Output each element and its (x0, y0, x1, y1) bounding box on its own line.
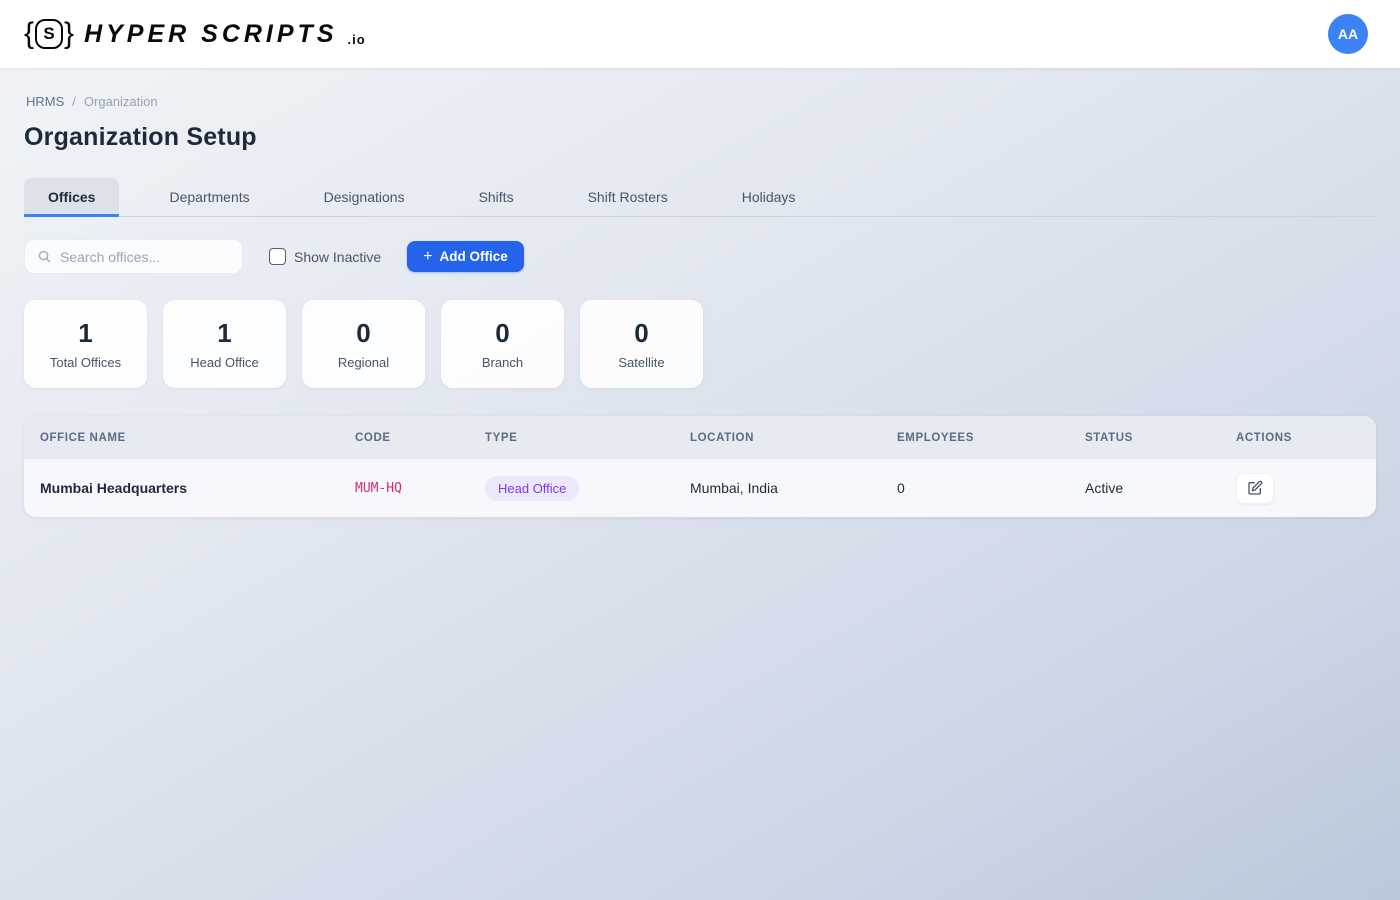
tab-holidays[interactable]: Holidays (718, 178, 820, 216)
stat-card-regional: 0 Regional (302, 300, 425, 388)
logo-domain-suffix: .io (347, 32, 366, 47)
main-content: HRMS / Organization Organization Setup O… (0, 68, 1400, 541)
office-status-cell: Active (1085, 480, 1124, 496)
tab-departments[interactable]: Departments (145, 178, 273, 216)
stat-card-head-office: 1 Head Office (163, 300, 286, 388)
table-header-row: OFFICE NAME CODE TYPE LOCATION EMPLOYEES… (24, 416, 1376, 459)
column-header-status: STATUS (1085, 431, 1133, 444)
stat-label: Total Offices (49, 355, 122, 370)
add-office-button[interactable]: + Add Office (407, 241, 524, 272)
top-bar: { S } HYPER SCRIPTS .io AA (0, 0, 1400, 68)
show-inactive-checkbox[interactable] (269, 248, 286, 265)
edit-icon (1248, 480, 1263, 495)
show-inactive-toggle[interactable]: Show Inactive (269, 248, 381, 265)
search-icon (38, 250, 51, 263)
offices-table: OFFICE NAME CODE TYPE LOCATION EMPLOYEES… (24, 416, 1376, 517)
stat-label: Regional (337, 355, 390, 370)
tab-shift-rosters[interactable]: Shift Rosters (564, 178, 692, 216)
stat-card-satellite: 0 Satellite (580, 300, 703, 388)
office-name-cell: Mumbai Headquarters (40, 480, 188, 496)
user-avatar[interactable]: AA (1328, 14, 1368, 54)
breadcrumb-separator: / (72, 94, 76, 109)
office-employees-cell: 0 (897, 480, 905, 496)
stat-card-total-offices: 1 Total Offices (24, 300, 147, 388)
stat-value: 0 (356, 318, 371, 348)
office-type-cell: Head Office (469, 475, 674, 501)
plus-icon: + (423, 247, 433, 265)
logo-wordmark: HYPER SCRIPTS (84, 19, 338, 48)
logo-brace-right: } (64, 17, 75, 50)
tab-bar: Offices Departments Designations Shifts … (24, 178, 1376, 217)
app-logo[interactable]: { S } HYPER SCRIPTS .io (24, 19, 366, 49)
stat-label: Head Office (190, 355, 259, 370)
office-location-cell: Mumbai, India (690, 480, 778, 496)
table-row[interactable]: Mumbai Headquarters MUM-HQ Head Office M… (24, 459, 1376, 517)
breadcrumb-current: Organization (83, 94, 158, 109)
office-actions-cell (1220, 472, 1376, 504)
stat-card-branch: 0 Branch (441, 300, 564, 388)
logo-mark-icon: { S } (24, 19, 74, 49)
page-title: Organization Setup (24, 123, 257, 151)
edit-office-button[interactable] (1236, 472, 1274, 504)
stat-label: Satellite (618, 355, 665, 370)
search-input[interactable] (60, 248, 230, 265)
stat-value: 0 (634, 318, 649, 348)
stat-value: 0 (495, 318, 510, 348)
column-header-type: TYPE (485, 431, 518, 444)
column-header-actions: ACTIONS (1236, 431, 1292, 444)
breadcrumb-root-link[interactable]: HRMS (26, 94, 64, 109)
stat-value: 1 (217, 318, 232, 348)
tab-shifts[interactable]: Shifts (455, 178, 538, 216)
column-header-office-name: OFFICE NAME (40, 431, 126, 444)
search-box (24, 239, 243, 274)
offices-toolbar: Show Inactive + Add Office (24, 239, 1376, 274)
column-header-location: LOCATION (690, 431, 754, 444)
column-header-employees: EMPLOYEES (897, 431, 974, 444)
logo-brace-left: { (24, 17, 35, 50)
stat-label: Branch (481, 355, 524, 370)
office-type-badge: Head Office (485, 475, 580, 501)
show-inactive-label: Show Inactive (294, 248, 382, 265)
office-code-cell: MUM-HQ (355, 480, 402, 496)
office-stats: 1 Total Offices 1 Head Office 0 Regional… (24, 300, 1376, 388)
add-office-label: Add Office (439, 249, 508, 264)
stat-value: 1 (78, 318, 93, 348)
tab-offices[interactable]: Offices (24, 178, 120, 217)
tab-designations[interactable]: Designations (300, 178, 429, 216)
breadcrumb: HRMS / Organization (26, 94, 1376, 109)
column-header-code: CODE (355, 431, 391, 444)
logo-s-glyph: S (35, 19, 64, 49)
